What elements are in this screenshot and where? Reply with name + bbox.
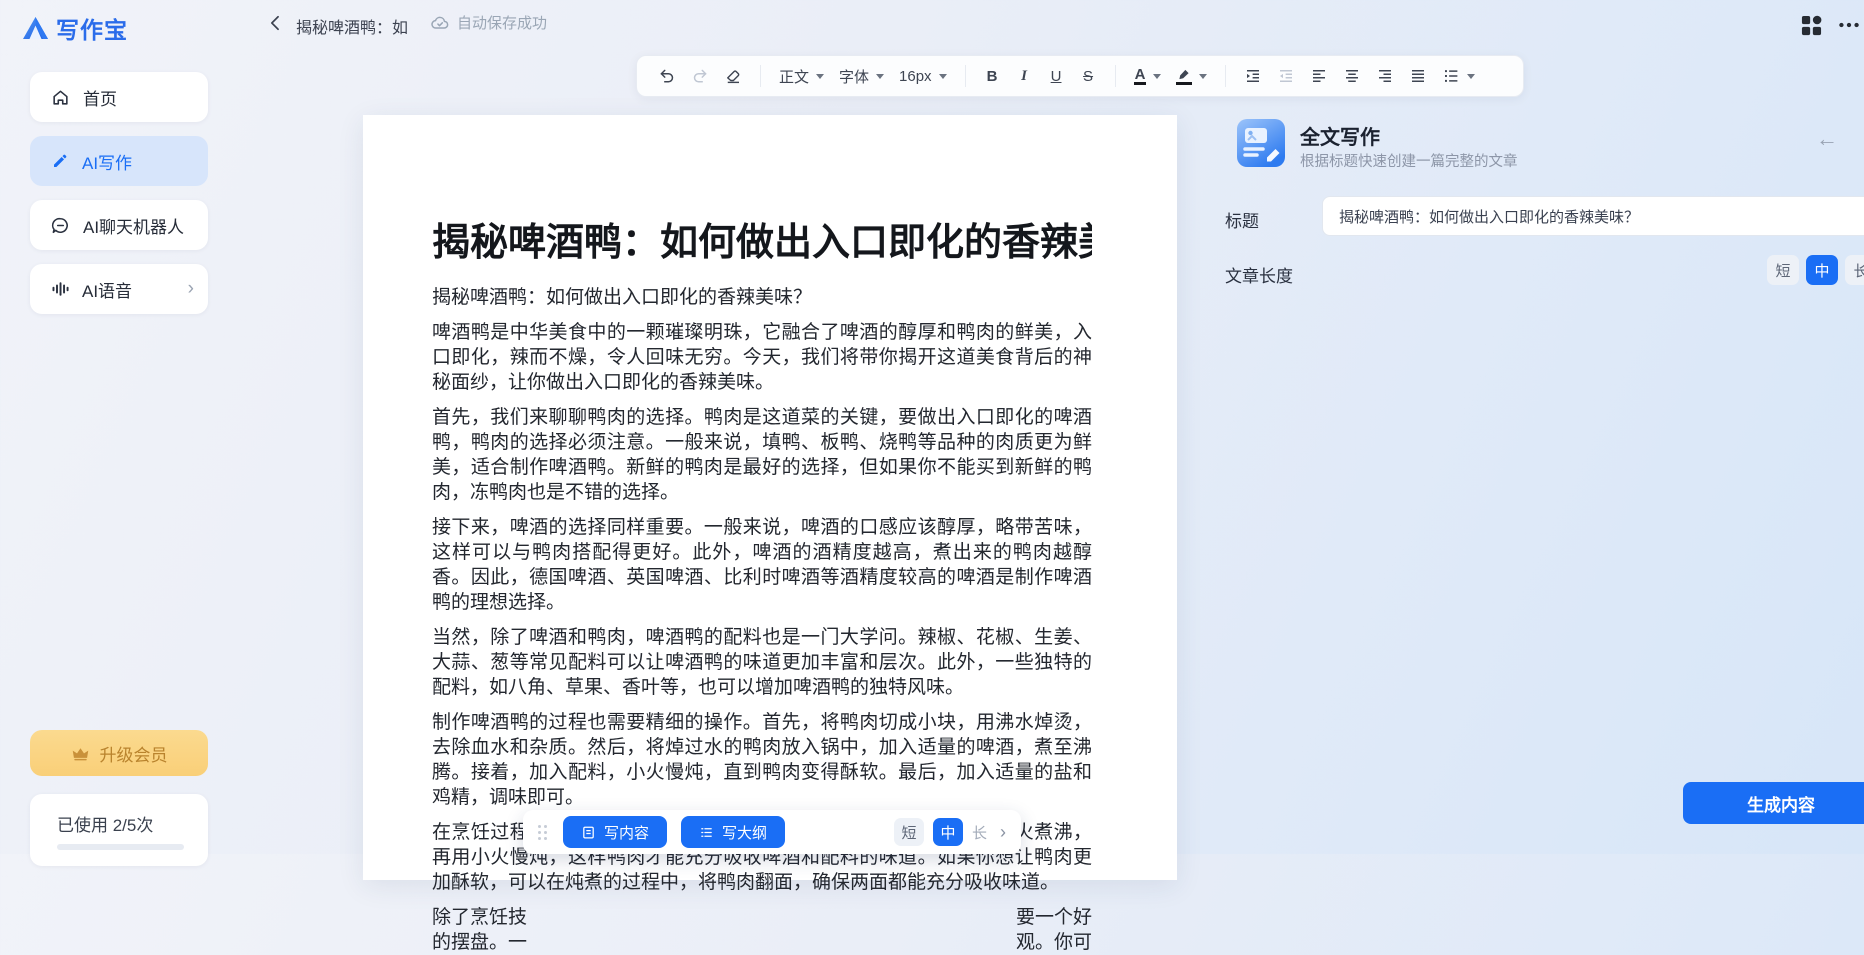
document-paragraph[interactable]: 当然，除了啤酒和鸭肉，啤酒鸭的配料也是一门大学问。辣椒、花椒、生姜、大蒜、葱等常… (432, 625, 1092, 700)
pencil-icon (51, 152, 69, 170)
document-paragraph[interactable]: 首先，我们来聊聊鸭肉的选择。鸭肉是这道菜的关键，要做出入口即化的啤酒鸭，鸭肉的选… (432, 405, 1092, 505)
align-left-button[interactable] (1305, 61, 1333, 91)
align-center-button[interactable] (1338, 61, 1366, 91)
align-right-button[interactable] (1371, 61, 1399, 91)
app-logo[interactable]: 写作宝 (22, 11, 128, 45)
highlight-pen-icon (1176, 68, 1193, 85)
cloud-check-icon (430, 13, 450, 33)
length-option-short[interactable]: 短 (1767, 255, 1799, 285)
toolbar-divider (964, 65, 966, 87)
voice-waveform-icon (51, 280, 69, 298)
italic-button[interactable]: I (1011, 61, 1038, 91)
article-title-input[interactable] (1322, 196, 1864, 236)
logo-text: 写作宝 (56, 17, 128, 43)
title-field-label: 标题 (1225, 212, 1259, 231)
toolbar-divider (1114, 65, 1116, 87)
document-title[interactable]: 揭秘啤酒鸭：如何做出入口即化的香辣美味 (432, 221, 1092, 265)
sidebar-label: 首页 (83, 89, 117, 109)
indent-decrease-button[interactable] (1272, 61, 1300, 91)
strikethrough-button[interactable]: S (1075, 61, 1102, 91)
length-option-medium[interactable]: 中 (1806, 255, 1838, 285)
chatbot-icon (51, 216, 70, 235)
document-editor-canvas[interactable]: 揭秘啤酒鸭：如何做出入口即化的香辣美味 揭秘啤酒鸭：如何做出入口即化的香辣美味？… (363, 115, 1177, 953)
write-content-button[interactable]: 写内容 (563, 816, 668, 848)
paragraph-style-select[interactable]: 正文 (774, 61, 829, 91)
chevron-right-icon: › (187, 278, 194, 299)
outline-list-icon (699, 825, 714, 840)
editor-toolbar: 正文 字体 16px B I U S A (636, 55, 1524, 97)
undo-button[interactable] (653, 61, 681, 91)
indent-increase-button[interactable] (1239, 61, 1267, 91)
usage-text: 已使用 2/5次 (57, 816, 154, 835)
full-text-writing-icon (1237, 119, 1285, 167)
article-length-group: 短 中 长 (1767, 255, 1864, 285)
font-size-select[interactable]: 16px (894, 61, 952, 91)
highlight-color-button[interactable] (1171, 61, 1212, 91)
usage-quota-card: 已使用 2/5次 (30, 794, 208, 866)
sidebar-label: AI聊天机器人 (83, 217, 185, 237)
chevron-down-icon (876, 73, 885, 79)
generate-content-button[interactable]: 生成内容 (1683, 782, 1864, 824)
align-justify-button[interactable] (1404, 61, 1432, 91)
underline-button[interactable]: U (1043, 61, 1070, 91)
document-lines-icon (581, 825, 596, 840)
document-paragraph-partial[interactable]: 的摆盘。一 观。你可 (432, 930, 1092, 955)
write-outline-button[interactable]: 写大纲 (681, 816, 786, 848)
crown-icon (71, 744, 90, 763)
chevron-down-icon (1153, 73, 1162, 79)
redo-button[interactable] (686, 61, 714, 91)
home-icon (51, 88, 70, 107)
sidebar-label: AI语音 (82, 281, 133, 301)
toolbar-divider (1225, 65, 1227, 87)
sidebar-label: AI写作 (82, 153, 133, 173)
length-option-long[interactable]: 长 (972, 822, 987, 843)
upgrade-membership-button[interactable]: 升级会员 (30, 730, 208, 776)
panel-back-arrow-icon[interactable]: ← (1816, 126, 1838, 152)
sidebar-item-home[interactable]: 首页 (30, 72, 208, 122)
chevron-down-icon (1199, 73, 1208, 79)
length-option-long[interactable]: 长 (1845, 255, 1864, 285)
document-paragraph-partial[interactable]: 除了烹饪技 要一个好 (432, 905, 1092, 930)
top-header: 写作宝 揭秘啤酒鸭：如 自动保存成功 (0, 0, 1864, 48)
length-option-group: 短 中 长 › (893, 818, 1006, 846)
bold-button[interactable]: B (979, 61, 1006, 91)
clear-format-eraser-button[interactable] (719, 61, 747, 91)
sidebar-item-ai-voice[interactable]: AI语音 › (30, 264, 208, 314)
list-style-button[interactable] (1437, 61, 1480, 91)
document-paragraph[interactable]: 啤酒鸭是中华美食中的一颗璀璨明珠，它融合了啤酒的醇厚和鸭肉的鲜美，入口即化，辣而… (432, 320, 1092, 395)
panel-title: 全文写作 (1300, 127, 1380, 149)
chevron-down-icon (1467, 73, 1476, 79)
drag-handle-icon[interactable] (538, 824, 547, 840)
document-title-breadcrumb[interactable]: 揭秘啤酒鸭：如 (296, 14, 418, 38)
back-button[interactable] (266, 13, 286, 33)
logo-icon (22, 16, 49, 40)
usage-progress-bar (57, 844, 184, 850)
document-paragraph[interactable]: 制作啤酒鸭的过程也需要精细的操作。首先，将鸭肉切成小块，用沸水焯烫，去除血水和杂… (432, 710, 1092, 810)
font-family-select[interactable]: 字体 (834, 61, 889, 91)
toolbar-divider (760, 65, 761, 87)
font-color-button[interactable]: A (1129, 61, 1167, 91)
document-paragraph[interactable]: 揭秘啤酒鸭：如何做出入口即化的香辣美味？ (432, 285, 1092, 310)
chevron-down-icon (938, 73, 947, 79)
chevron-right-icon[interactable]: › (1000, 822, 1006, 843)
more-menu-icon[interactable] (1836, 12, 1862, 38)
sidebar-item-ai-chatbot[interactable]: AI聊天机器人 (30, 200, 208, 250)
length-option-medium[interactable]: 中 (932, 818, 963, 846)
length-field-label: 文章长度 (1225, 267, 1293, 286)
autosave-status: 自动保存成功 (430, 12, 547, 33)
chevron-down-icon (816, 73, 825, 79)
ai-actions-floating-bar: 写内容 写大纲 短 中 长 › (523, 810, 1021, 854)
length-option-short[interactable]: 短 (893, 818, 924, 846)
panel-subtitle: 根据标题快速创建一篇完整的文章 (1300, 154, 1518, 170)
sidebar-item-ai-writing[interactable]: AI写作 (30, 136, 208, 186)
apps-grid-icon[interactable] (1798, 12, 1825, 39)
document-paragraph[interactable]: 接下来，啤酒的选择同样重要。一般来说，啤酒的口感应该醇厚，略带苦味，这样可以与鸭… (432, 515, 1092, 615)
